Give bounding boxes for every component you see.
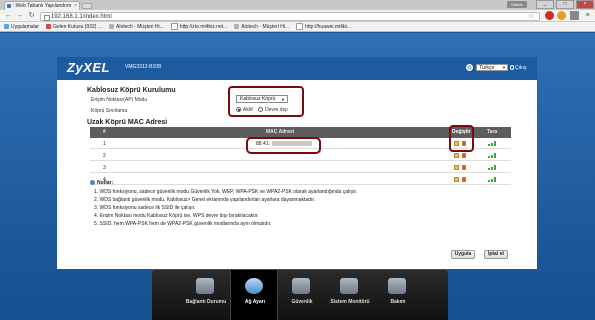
nav-system-monitor[interactable]: Sistem Monitörü: [326, 270, 374, 320]
note-item: 4. Erişim Noktası modu Kablosuz Köprü is…: [94, 213, 259, 219]
globe-icon: [466, 64, 473, 71]
adblock-extension-icon[interactable]: [545, 11, 554, 20]
ap-mode-label: Erişim Noktası(AP) Modu: [91, 97, 148, 103]
logout-icon[interactable]: [510, 65, 514, 70]
delete-icon[interactable]: [462, 177, 466, 182]
col-number-header: #: [103, 129, 106, 135]
page-icon: [234, 24, 240, 29]
back-arrow-icon[interactable]: ←: [4, 11, 13, 20]
note-item: 3. WDS fonksiyonu sadece ilk SSID ile ça…: [94, 205, 196, 211]
apps-icon: [4, 24, 9, 29]
chevron-down-icon: ▼: [502, 65, 506, 70]
scan-signal-icon[interactable]: [488, 153, 496, 158]
row-number: 2: [103, 153, 106, 159]
nav-maintenance[interactable]: Bakım: [374, 270, 422, 320]
forward-arrow-icon[interactable]: →: [15, 11, 24, 20]
delete-icon[interactable]: [462, 153, 466, 158]
window-controls: _ □ ×: [536, 0, 594, 9]
close-window-button[interactable]: ×: [576, 0, 594, 9]
reload-icon[interactable]: ↻: [27, 11, 36, 20]
tab-favicon-icon: [7, 4, 11, 8]
menu-icon[interactable]: ≡: [583, 11, 592, 20]
minimize-button[interactable]: _: [536, 0, 554, 9]
table-row: [90, 162, 511, 173]
profile-badge[interactable]: Hatice: [507, 1, 527, 8]
zyxel-logo: ZyXEL: [67, 60, 110, 75]
table-row: [90, 174, 511, 185]
info-icon: [90, 180, 95, 185]
page-icon: [296, 23, 304, 30]
note-item: 1. WDS fonksiyonu, sadece güvenlik modu …: [94, 189, 358, 195]
network-settings-icon: [245, 278, 263, 294]
address-bar[interactable]: 192.168.1.1/index.html: [40, 12, 540, 21]
apply-button[interactable]: Uygula: [451, 250, 475, 259]
scan-signal-icon[interactable]: [488, 165, 496, 170]
notes-title: Notlar:: [97, 180, 114, 186]
highlight-box-mac: [246, 137, 321, 154]
bookmark-item[interactable]: http://zte.mi4biz.net...: [170, 23, 227, 30]
bookmark-item[interactable]: Alotech - Müşteri Hi...: [234, 24, 289, 30]
system-monitor-icon: [340, 278, 358, 294]
cancel-button[interactable]: İptal et: [484, 250, 508, 259]
bookmark-item[interactable]: http://huawei.mi4bi...: [296, 23, 351, 30]
model-name: VMG3312-B10B: [125, 64, 162, 70]
browser-tab[interactable]: ::Web Tabanlı Yapılandırm ×: [4, 1, 80, 10]
page-icon: [44, 15, 50, 21]
extension-icon-2[interactable]: [570, 11, 579, 20]
nav-security[interactable]: Güvenlik: [278, 270, 326, 320]
highlight-box-edit: [449, 125, 474, 152]
bookmark-item[interactable]: Gelen Kutusu (932) ...: [46, 24, 102, 30]
tab-title: ::Web Tabanlı Yapılandırm: [13, 3, 72, 9]
nav-network-settings[interactable]: Ağ Ayarı: [230, 270, 278, 320]
extension-icon[interactable]: [557, 11, 566, 20]
bookmark-item[interactable]: Uygulamalar: [4, 24, 39, 30]
logout-link[interactable]: Çıkış: [515, 65, 526, 71]
new-tab-button[interactable]: [82, 3, 92, 9]
security-shield-icon: [292, 278, 310, 294]
page-icon: [109, 24, 114, 29]
bookmarks-bar: Uygulamalar Gelen Kutusu (932) ... Alote…: [0, 22, 595, 32]
bookmark-star-icon[interactable]: ☆: [528, 12, 534, 20]
highlight-box-mode: [228, 86, 304, 117]
row-number: 1: [103, 141, 106, 147]
bridge-limit-label: Köprü Sınırlama: [91, 108, 128, 114]
col-scan-header: Tara: [487, 129, 498, 135]
gmail-icon: [46, 24, 52, 29]
delete-icon[interactable]: [462, 165, 466, 170]
connection-status-icon: [196, 278, 214, 294]
maintenance-icon: [388, 278, 406, 294]
nav-connection-status[interactable]: Bağlantı Durumu: [182, 270, 230, 320]
bridge-section-title: Kablosuz Köprü Kurulumu: [87, 87, 176, 94]
col-mac-header: MAC Adresi: [266, 129, 295, 135]
note-item: 2. WDS bağlantı güvenlik modu, Kablosuz>…: [94, 197, 316, 203]
edit-icon[interactable]: [454, 165, 459, 170]
tab-close-icon[interactable]: ×: [74, 2, 77, 10]
url-text: 192.168.1.1/index.html: [51, 14, 112, 20]
bookmark-item[interactable]: Alotech - Müşteri Hi...: [109, 24, 164, 30]
language-select[interactable]: Türkçe ▼: [476, 64, 508, 71]
maximize-button[interactable]: □: [556, 0, 574, 9]
remote-mac-section-title: Uzak Köprü MAC Adresi: [87, 119, 168, 126]
edit-icon[interactable]: [454, 153, 459, 158]
scan-signal-icon[interactable]: [488, 141, 496, 146]
note-item: 5. SSID, hem WPA-PSK hem de WPA2-PSK güv…: [94, 221, 272, 227]
scan-signal-icon[interactable]: [488, 177, 496, 182]
edit-icon[interactable]: [454, 177, 459, 182]
page-icon: [170, 23, 178, 30]
row-number: 3: [103, 165, 106, 171]
